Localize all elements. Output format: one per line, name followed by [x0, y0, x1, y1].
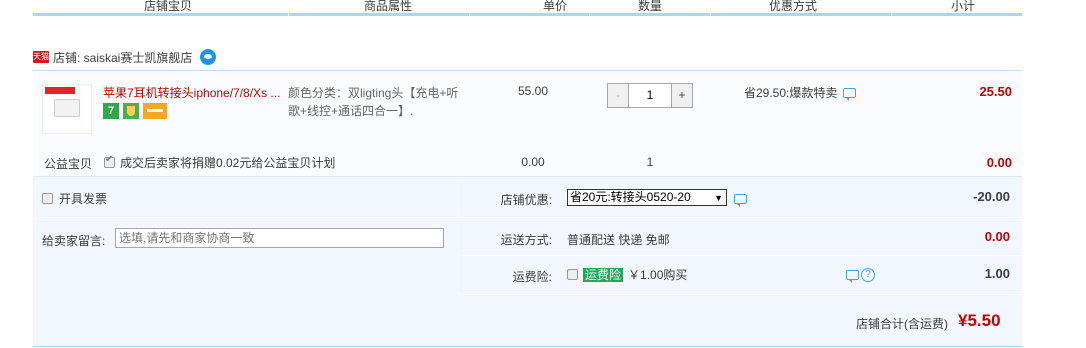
shop-row: 天猫 店铺: saiskai赛士凯旗舰店 [33, 46, 217, 68]
product-attributes: 颜色分类：双ligting头【充电+听歌+线控+通话四合一】. [288, 86, 459, 118]
insurance-help: ? [846, 268, 875, 283]
invoice-option: 开具发票 [42, 190, 107, 207]
row-divider [458, 294, 1022, 295]
charity-qty: 1 [646, 155, 654, 169]
invoice-checkbox[interactable] [42, 193, 53, 204]
comment-icon[interactable] [846, 270, 859, 283]
shipping-label: 运送方式: [500, 233, 552, 247]
comment-icon[interactable] [843, 87, 857, 101]
column-header-subtotal: 小计 [950, 0, 975, 13]
column-header-bar: 店铺宝贝 商品属性 单价 数量 优惠方式 小计 [33, 0, 1022, 16]
insurance-checkbox[interactable] [567, 269, 578, 280]
tmall-icon: 天猫 [33, 51, 49, 63]
product-title-link[interactable]: 苹果7耳机转接头iphone/7/8/Xs ... [103, 84, 281, 101]
charity-checkbox[interactable] [104, 154, 115, 168]
shipping-method: 普通配送 快递 免邮 [567, 233, 670, 247]
credit-card-icon[interactable] [143, 103, 167, 119]
item-subtotal: 25.50 [979, 84, 1012, 99]
seller-note-input[interactable] [115, 228, 444, 248]
column-header-price: 单价 [542, 0, 567, 13]
row-divider [33, 217, 457, 218]
charity-label: 公益宝贝 [44, 157, 93, 171]
charity-price: 0.00 [521, 155, 545, 169]
comment-icon[interactable] [734, 194, 747, 207]
product-thumbnail[interactable] [42, 84, 92, 134]
row-divider [458, 217, 1022, 218]
wangwang-icon[interactable] [200, 49, 217, 65]
discount-amount: -20.00 [973, 189, 1010, 204]
discount-select[interactable]: 省20元:转接头0520-20 ▼ [567, 189, 727, 206]
help-icon[interactable]: ? [861, 268, 875, 282]
insurance-price-text: ￥1.00购买 [628, 268, 688, 282]
seven-day-return-icon[interactable]: 7 [103, 103, 119, 119]
insurance-amount: 1.00 [984, 266, 1010, 281]
charity-checkbox-label: 成交后卖家将捐赠0.02元给公益宝贝计划 [120, 156, 336, 170]
discount-label: 店铺优惠: [500, 193, 552, 207]
charity-subtotal: 0.00 [986, 155, 1012, 170]
guarantee-icon[interactable] [123, 103, 139, 119]
shop-total-value: ¥5.50 [958, 311, 1001, 330]
shop-name-link[interactable]: 店铺: saiskai赛士凯旗舰店 [53, 49, 192, 66]
insurance-option: 运费险 ￥1.00购买 [567, 266, 687, 283]
insurance-tag: 运费险 [583, 267, 624, 282]
column-header-attr: 商品属性 [363, 0, 412, 13]
promotion-text: 省29.50:爆款特卖 [744, 86, 838, 100]
service-badges: 7 [103, 103, 167, 119]
chevron-down-icon: ▼ [714, 193, 723, 203]
panel-divider [457, 177, 458, 294]
row-divider [458, 255, 1022, 256]
promotion-info: 省29.50:爆款特卖 [744, 84, 857, 101]
column-header-item: 店铺宝贝 [143, 0, 192, 13]
column-header-qty: 数量 [637, 0, 662, 13]
quantity-stepper: - 1 + [607, 83, 693, 108]
column-header-promo: 优惠方式 [768, 0, 817, 13]
shop-total-label: 店铺合计(含运费) [856, 317, 948, 331]
discount-selected-value: 省20元:转接头0520-20 [570, 190, 691, 204]
charity-checkbox-row: 成交后卖家将捐赠0.02元给公益宝贝计划 [104, 154, 335, 171]
qty-minus-button[interactable]: - [608, 84, 628, 107]
unit-price: 55.00 [517, 84, 549, 98]
qty-input[interactable]: 1 [628, 84, 672, 107]
seller-note-label: 给卖家留言: [42, 234, 106, 248]
shipping-amount: 0.00 [984, 229, 1010, 244]
invoice-label: 开具发票 [59, 192, 108, 206]
qty-plus-button[interactable]: + [672, 84, 692, 107]
insurance-label: 运费险: [512, 270, 552, 284]
